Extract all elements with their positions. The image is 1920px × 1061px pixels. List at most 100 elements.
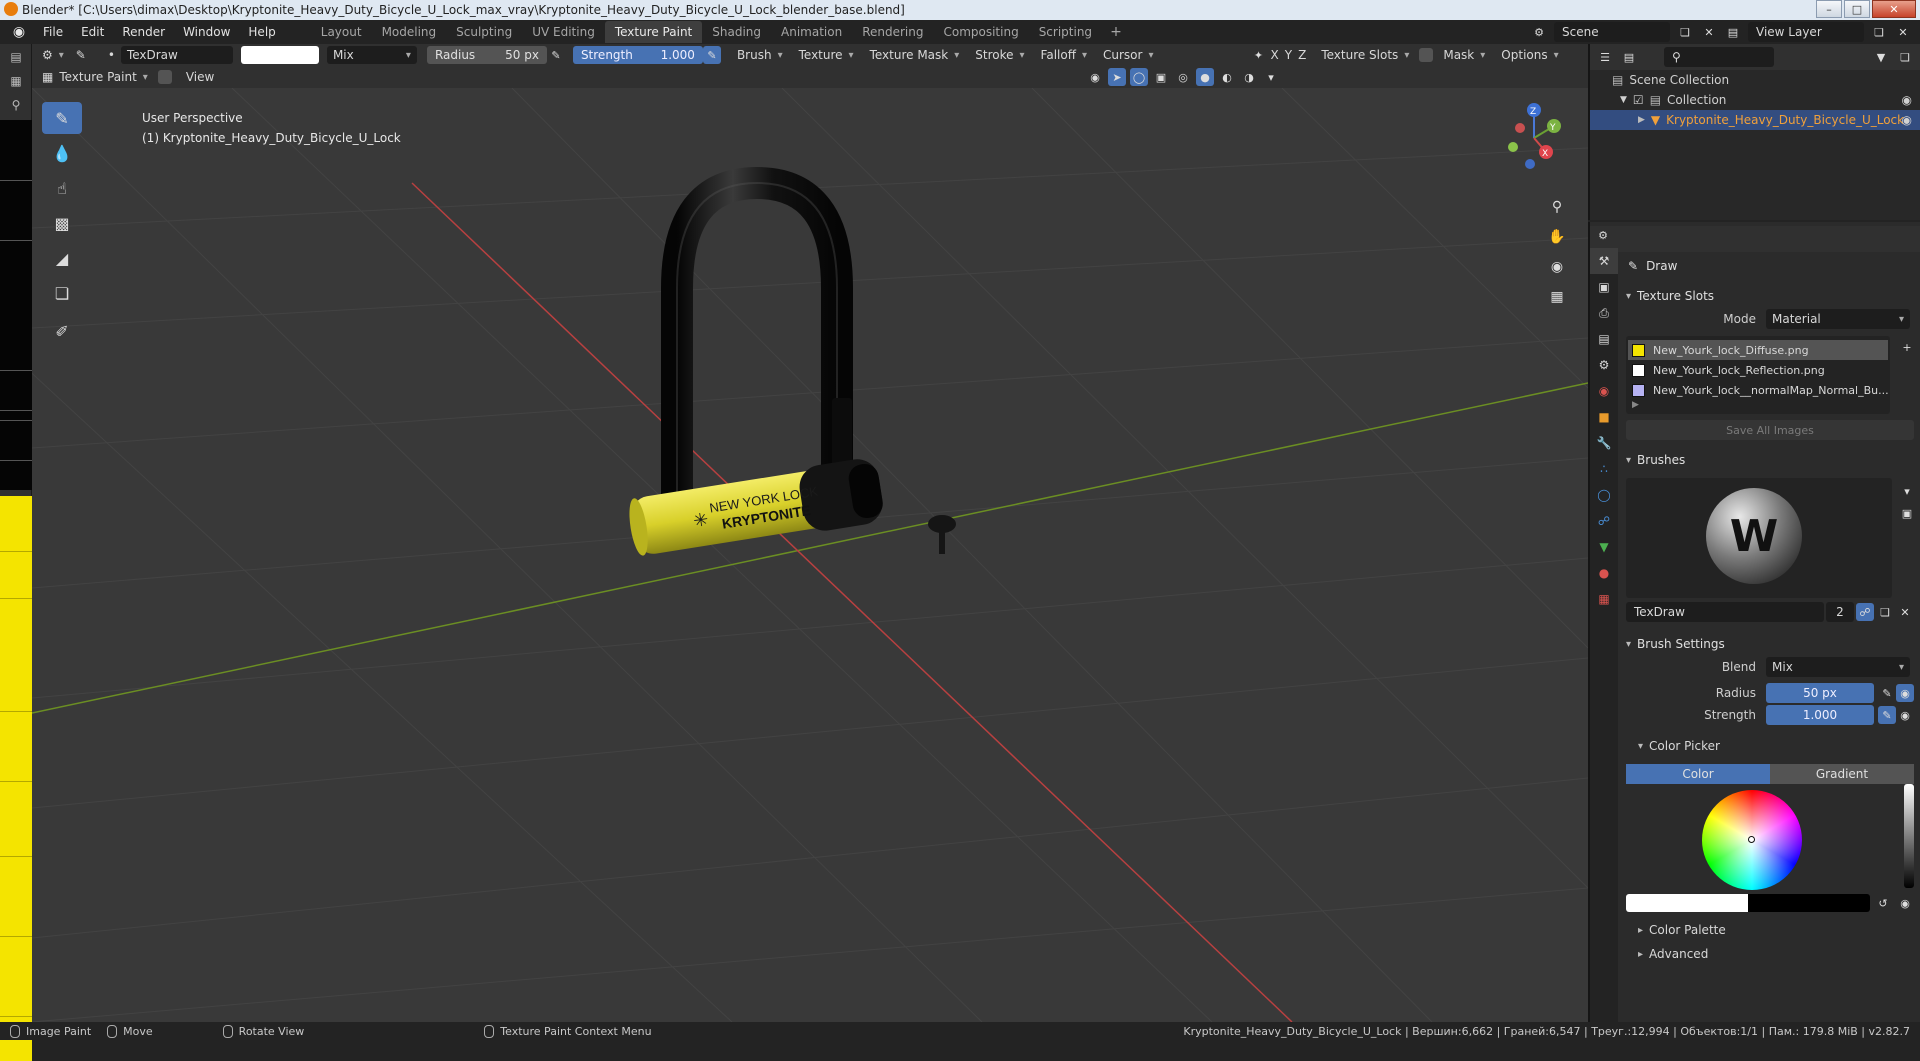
outliner-collection[interactable]: ▼ ☑ ▤ Collection ◉: [1590, 90, 1920, 110]
blender-menu-icon[interactable]: ◉: [8, 21, 30, 43]
strength-pressure-icon[interactable]: ✎: [1878, 706, 1896, 724]
add-workspace-button[interactable]: +: [1102, 24, 1130, 40]
tab-layout[interactable]: Layout: [311, 21, 372, 43]
color-palette-panel-header[interactable]: Color Palette: [1620, 918, 1920, 942]
overlays-toggle-icon[interactable]: ◯: [1130, 68, 1148, 86]
brush-settings-panel-header[interactable]: Brush Settings: [1620, 632, 1920, 656]
swap-colors-icon[interactable]: ↺: [1874, 894, 1892, 912]
list-expand-arrow-icon[interactable]: ▶: [1628, 400, 1888, 410]
maximize-button[interactable]: □: [1844, 0, 1870, 18]
tab-scripting[interactable]: Scripting: [1029, 21, 1102, 43]
brush-preview[interactable]: W: [1626, 478, 1892, 598]
delete-scene-icon[interactable]: ✕: [1700, 23, 1718, 41]
add-slot-icon[interactable]: +: [1898, 338, 1916, 356]
texture-menu[interactable]: Texture: [793, 46, 860, 64]
tab-rendering[interactable]: Rendering: [852, 21, 933, 43]
view-menu[interactable]: View: [180, 68, 220, 86]
new-scene-icon[interactable]: ❏: [1676, 23, 1694, 41]
brush-list-dropdown-icon[interactable]: ▾: [1898, 482, 1916, 500]
editor-type-icon[interactable]: ▤: [2, 46, 30, 68]
new-view-layer-icon[interactable]: ❏: [1870, 23, 1888, 41]
delete-view-layer-icon[interactable]: ✕: [1894, 23, 1912, 41]
checkbox-icon[interactable]: ☑: [1633, 93, 1644, 107]
annotate-tool-button[interactable]: ✐: [42, 315, 82, 347]
scene-tab-icon[interactable]: ⚙: [1590, 352, 1618, 378]
brush-color-swatch[interactable]: [240, 46, 319, 64]
color-gradient-bar[interactable]: [1626, 894, 1870, 912]
tab-modeling[interactable]: Modeling: [372, 21, 447, 43]
mask-menu[interactable]: Mask: [1437, 46, 1491, 64]
material-tab-icon[interactable]: ●: [1590, 560, 1618, 586]
tab-uv-editing[interactable]: UV Editing: [522, 21, 605, 43]
strength-pressure-icon[interactable]: ✎: [702, 46, 721, 64]
gizmo-toggle-icon[interactable]: ➤: [1108, 68, 1126, 86]
texture-slot-item[interactable]: New_Yourk_lock_Reflection.png: [1628, 360, 1888, 380]
radius-slider[interactable]: 50 px: [1766, 683, 1874, 703]
menu-help[interactable]: Help: [239, 25, 284, 39]
visibility-icon[interactable]: ◉: [1086, 68, 1104, 86]
editor-type-button[interactable]: ⚙: [36, 46, 70, 64]
menu-render[interactable]: Render: [113, 25, 174, 39]
brushes-panel-header[interactable]: Brushes: [1620, 448, 1920, 472]
texture-tab-icon[interactable]: ▦: [1590, 586, 1618, 612]
scene-field[interactable]: Scene: [1554, 22, 1670, 42]
stroke-menu[interactable]: Stroke: [969, 46, 1030, 64]
symmetry-y-button[interactable]: Y: [1282, 46, 1295, 64]
tab-texture-paint[interactable]: Texture Paint: [604, 21, 703, 43]
pan-view-icon[interactable]: ✋: [1544, 224, 1570, 250]
brush-name-field[interactable]: TexDraw: [120, 46, 233, 64]
outliner-scene-collection[interactable]: ▤ Scene Collection: [1590, 70, 1920, 90]
fill-tool-button[interactable]: ◢: [42, 242, 82, 274]
tab-sculpting[interactable]: Sculpting: [446, 21, 522, 43]
cursor-menu[interactable]: Cursor: [1097, 46, 1159, 64]
wireframe-shading-icon[interactable]: ◎: [1174, 68, 1192, 86]
display-mode-icon[interactable]: ▤: [1620, 48, 1638, 66]
eye-icon[interactable]: ◉: [1902, 93, 1912, 107]
radius-slider[interactable]: Radius 50 px: [426, 46, 547, 64]
camera-view-icon[interactable]: ◉: [1544, 254, 1570, 280]
world-tab-icon[interactable]: ◉: [1590, 378, 1618, 404]
render-tab-icon[interactable]: ▣: [1590, 274, 1618, 300]
new-collection-icon[interactable]: ❏: [1896, 48, 1914, 66]
strength-unit-icon[interactable]: ◉: [1896, 706, 1914, 724]
color-picker-panel-header[interactable]: Color Picker: [1620, 734, 1920, 758]
axis-gizmo-icon[interactable]: Z Y X: [1498, 98, 1578, 178]
duplicate-brush-icon[interactable]: ❏: [1876, 603, 1894, 621]
menu-file[interactable]: File: [34, 25, 72, 39]
blend-mode-dropdown[interactable]: Mix: [326, 46, 417, 64]
zoom-icon[interactable]: ⚲: [2, 94, 30, 116]
brush-tool-icon[interactable]: ✎: [70, 46, 92, 64]
brush-menu[interactable]: Brush: [731, 46, 789, 64]
mode-dropdown[interactable]: Material: [1766, 309, 1910, 329]
texture-slot-item[interactable]: New_Yourk_lock_Diffuse.png: [1628, 340, 1888, 360]
brush-name-input[interactable]: TexDraw: [1626, 602, 1824, 622]
strength-slider[interactable]: Strength 1.000: [572, 46, 703, 64]
blend-dropdown[interactable]: Mix: [1766, 657, 1910, 677]
symmetry-icon[interactable]: ✦: [1250, 46, 1268, 64]
view-layer-field[interactable]: View Layer: [1748, 22, 1864, 42]
color-wheel-cursor[interactable]: [1748, 836, 1755, 843]
filter-icon[interactable]: ▼: [1872, 48, 1890, 66]
outliner-object[interactable]: ▶ ▼ Kryptonite_Heavy_Duty_Bicycle_U_Lock…: [1590, 110, 1920, 130]
view-layer-tab-icon[interactable]: ▤: [1590, 326, 1618, 352]
soften-tool-button[interactable]: 💧: [42, 137, 82, 169]
tab-animation[interactable]: Animation: [771, 21, 852, 43]
constraints-tab-icon[interactable]: ☍: [1590, 508, 1618, 534]
texture-slots-menu[interactable]: Texture Slots: [1315, 46, 1415, 64]
tool-tab-icon[interactable]: ⚒: [1590, 248, 1618, 274]
symmetry-x-button[interactable]: X: [1268, 46, 1282, 64]
texture-paint-mode-dropdown[interactable]: ▦ Texture Paint: [36, 68, 154, 86]
checker-icon[interactable]: ▦: [2, 70, 30, 92]
data-tab-icon[interactable]: ▼: [1590, 534, 1618, 560]
clone-tool-button[interactable]: ▩: [42, 207, 82, 239]
3d-viewport[interactable]: NEW YORK LOCK KRYPTONITE ✳ ✎ 💧 ☝ ▩ ◢ ❏ ✐…: [32, 88, 1588, 1022]
smear-tool-button[interactable]: ☝: [42, 172, 82, 204]
brush-users-count[interactable]: 2: [1826, 602, 1854, 622]
value-slider[interactable]: [1904, 784, 1914, 888]
paint-mask-toggle[interactable]: [157, 70, 172, 84]
texture-slot-item[interactable]: New_Yourk_lock__normalMap_Normal_Bu...: [1628, 380, 1888, 400]
draw-tool-button[interactable]: ✎: [42, 102, 82, 134]
save-all-images-button[interactable]: Save All Images: [1626, 420, 1914, 440]
tab-compositing[interactable]: Compositing: [933, 21, 1028, 43]
eye-icon[interactable]: ◉: [1902, 113, 1912, 127]
